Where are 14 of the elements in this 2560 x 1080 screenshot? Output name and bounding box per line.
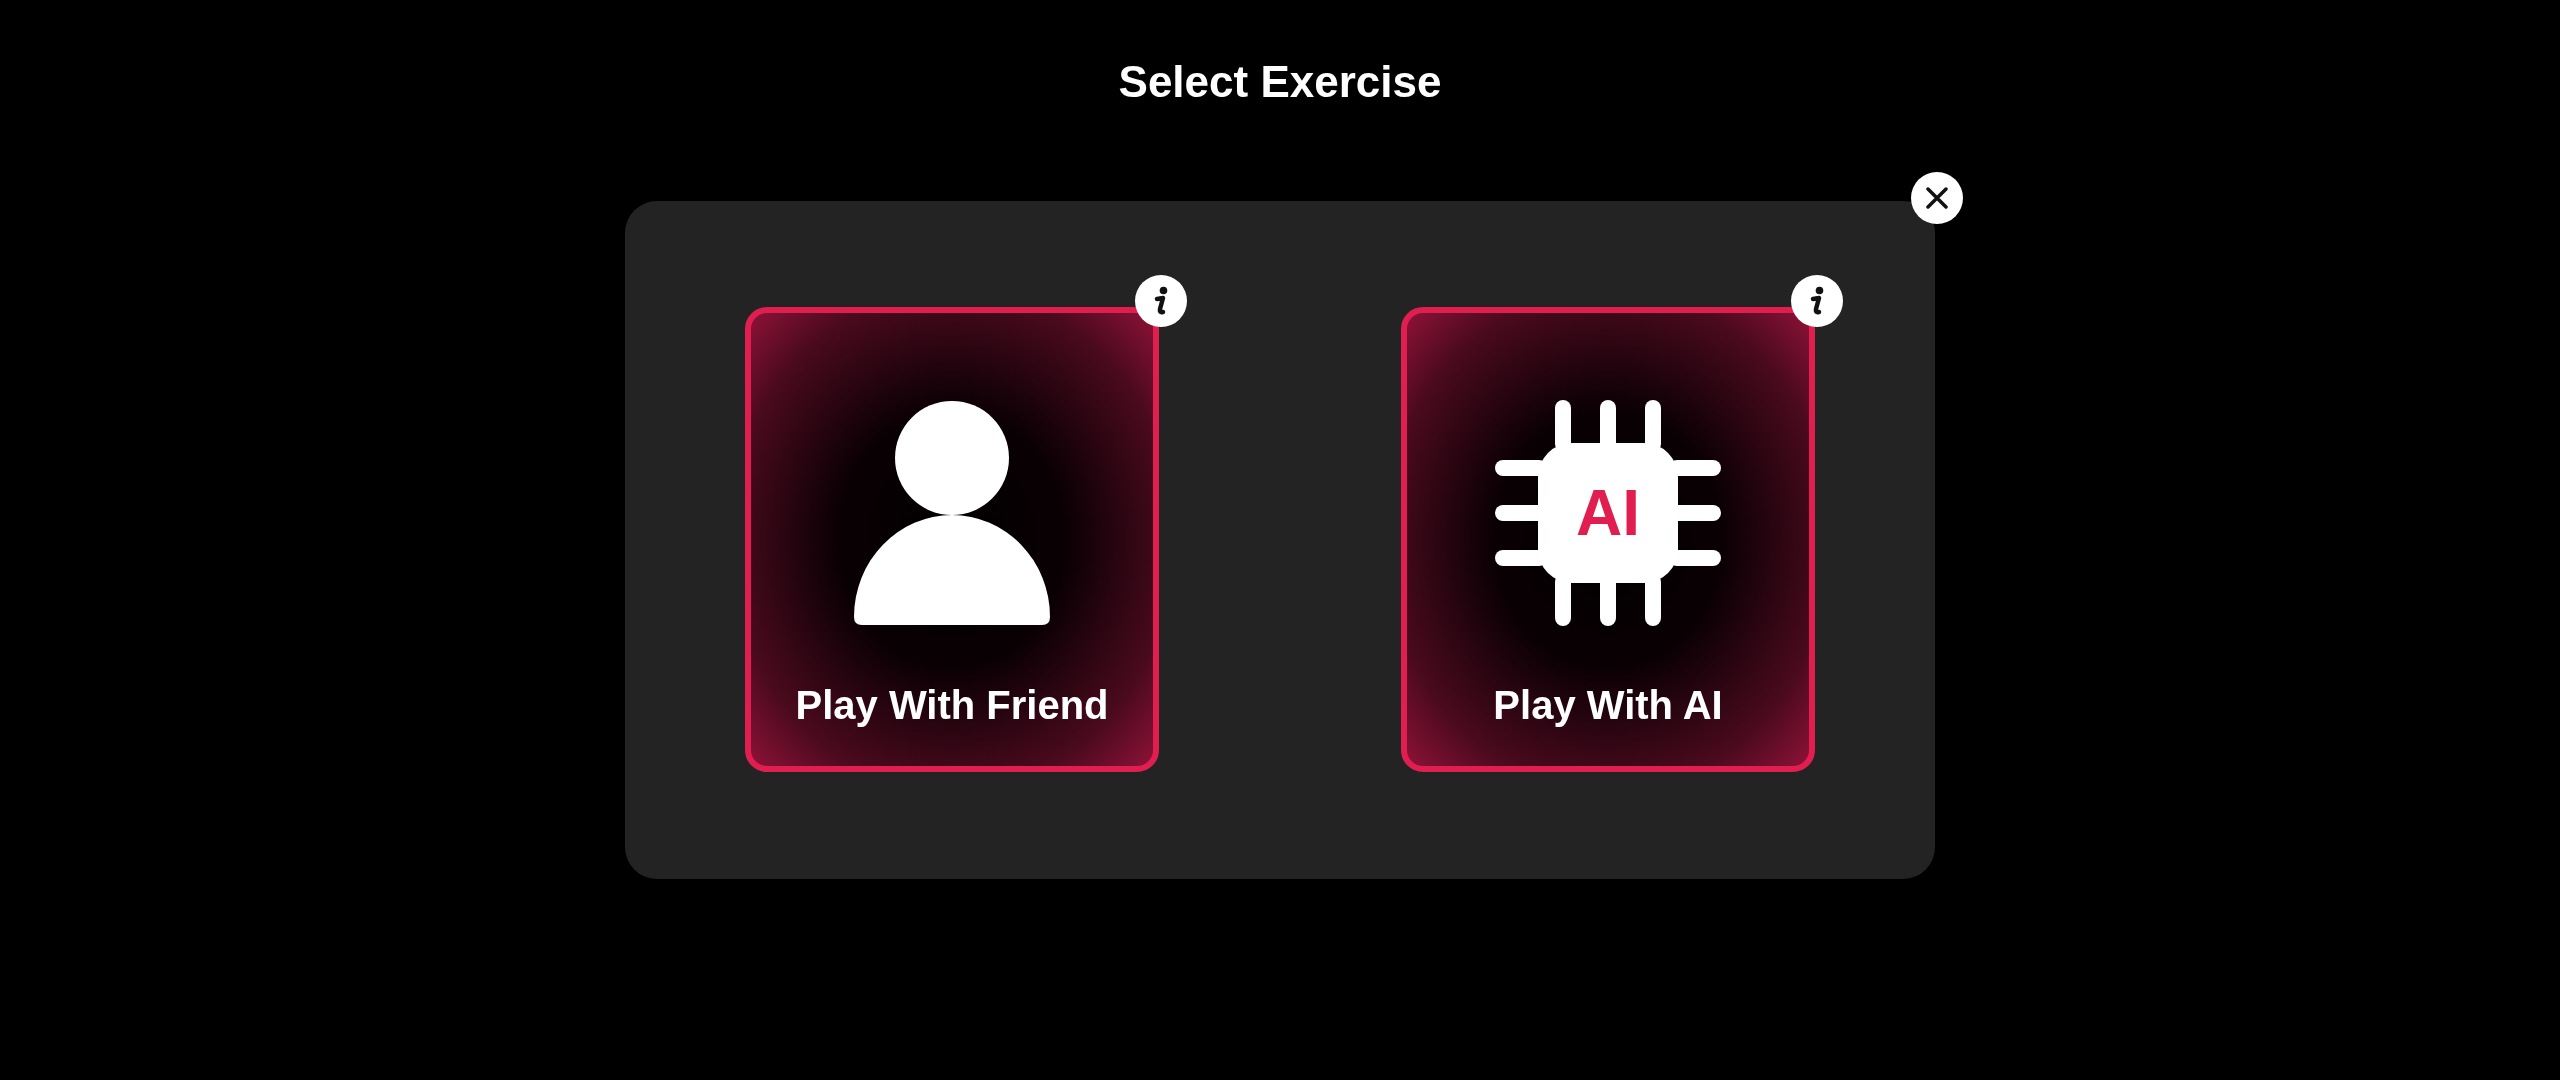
page-title: Select Exercise [1118,56,1442,108]
person-icon [854,401,1050,625]
chip-icon [1495,400,1721,626]
option-card[interactable]: AI Play With AI [1401,307,1815,772]
close-icon [1926,187,1948,209]
close-button[interactable] [1911,172,1963,224]
option-label: Play With AI [1493,683,1723,728]
info-button[interactable] [1791,275,1843,327]
info-button[interactable] [1135,275,1187,327]
option-label: Play With Friend [795,683,1109,728]
info-icon [1809,286,1825,316]
info-icon [1153,286,1169,316]
chip-label: AI [1575,481,1641,545]
option-card[interactable]: Play With Friend [745,307,1159,772]
